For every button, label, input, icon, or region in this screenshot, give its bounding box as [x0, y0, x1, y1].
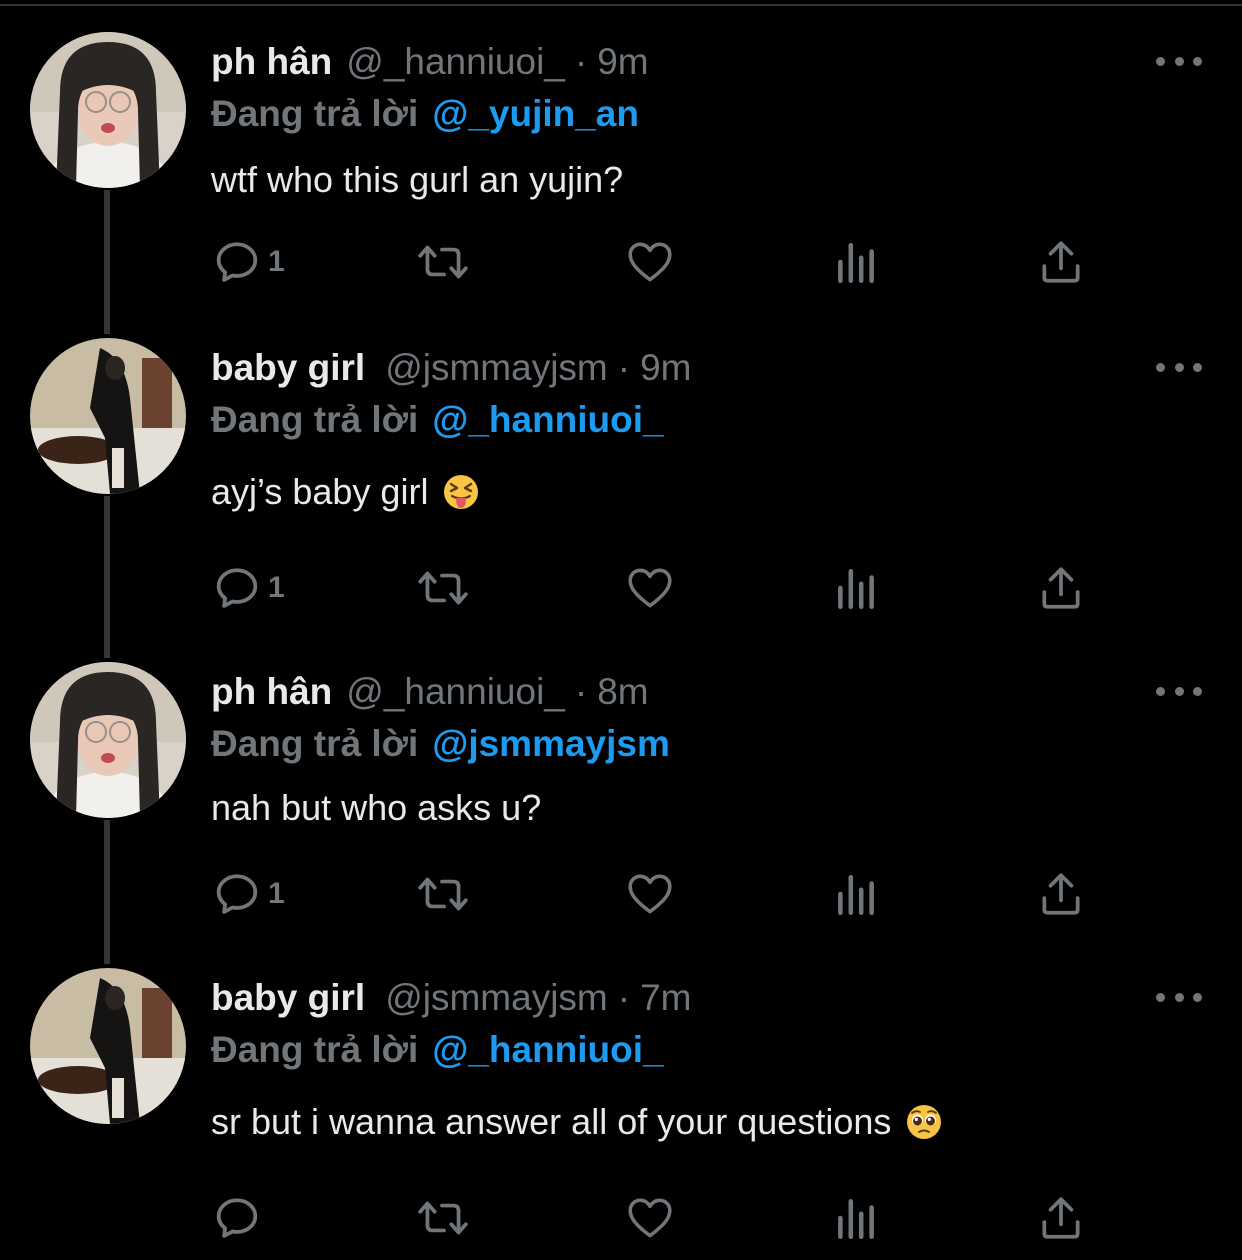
retweet-button[interactable]: [415, 232, 471, 292]
separator-dot: ·: [574, 41, 588, 82]
reply-button[interactable]: 1: [212, 558, 285, 618]
avatar[interactable]: [30, 338, 186, 494]
tweet-text: sr but i wanna answer all of your questi…: [211, 1101, 892, 1142]
bar-chart-icon: [834, 1193, 878, 1243]
avatar[interactable]: [30, 662, 186, 818]
more-dots-icon[interactable]: [1156, 676, 1202, 706]
share-button[interactable]: [1036, 1188, 1086, 1248]
separator-dot: ·: [617, 977, 631, 1018]
pleading-face-emoji: [905, 1103, 943, 1141]
like-button[interactable]: [624, 558, 676, 618]
display-name[interactable]: ph hân: [211, 671, 332, 713]
avatar[interactable]: [30, 968, 186, 1124]
replying-to-label: Đang trả lời: [211, 93, 419, 134]
tweet-actions: 1: [0, 232, 1242, 292]
reply-count: 1: [268, 571, 285, 604]
more-dots-icon[interactable]: [1156, 982, 1202, 1012]
more-dots-icon[interactable]: [1156, 352, 1202, 382]
share-button[interactable]: [1036, 232, 1086, 292]
reply-button[interactable]: [212, 1188, 268, 1248]
retweet-button[interactable]: [415, 558, 471, 618]
display-name[interactable]: baby girl: [211, 977, 365, 1019]
squinting-face-with-tongue-emoji: [442, 473, 480, 511]
speech-bubble-icon: [212, 869, 262, 919]
retweet-icon: [415, 1193, 471, 1243]
retweet-icon: [415, 237, 471, 287]
retweet-button[interactable]: [415, 1188, 471, 1248]
reply-count: 1: [268, 245, 285, 278]
like-button[interactable]: [624, 1188, 676, 1248]
timestamp[interactable]: 7m: [640, 977, 691, 1019]
like-button[interactable]: [624, 864, 676, 924]
tweet-actions: 1: [0, 864, 1242, 924]
tweet[interactable]: baby girl @jsmmayjsm · 9m Đang trả lời @…: [0, 338, 1242, 648]
tweet[interactable]: baby girl @jsmmayjsm · 7m Đang trả lời @…: [0, 968, 1242, 1258]
separator-dot: ·: [574, 671, 588, 712]
heart-icon: [624, 237, 676, 287]
replying-to-mention[interactable]: @_hanniuoi_: [432, 399, 663, 441]
user-handle[interactable]: @jsmmayjsm: [385, 347, 608, 389]
retweet-button[interactable]: [415, 864, 471, 924]
share-button[interactable]: [1036, 864, 1086, 924]
heart-icon: [624, 563, 676, 613]
views-button[interactable]: [834, 864, 878, 924]
timestamp[interactable]: 9m: [597, 41, 648, 83]
separator-dot: ·: [617, 347, 631, 388]
retweet-icon: [415, 563, 471, 613]
replying-to-mention[interactable]: @_hanniuoi_: [432, 1029, 663, 1071]
share-upload-icon: [1036, 869, 1086, 919]
reply-button[interactable]: 1: [212, 232, 285, 292]
tweet[interactable]: ph hân @_hanniuoi_ · 9m Đang trả lời @_y…: [0, 32, 1242, 332]
tweet-actions: 1: [0, 558, 1242, 618]
user-handle[interactable]: @_hanniuoi_: [346, 671, 565, 713]
reply-button[interactable]: 1: [212, 864, 285, 924]
replying-to-label: Đang trả lời: [211, 723, 419, 764]
share-upload-icon: [1036, 1193, 1086, 1243]
avatar[interactable]: [30, 32, 186, 188]
tweet-text: nah but who asks u?: [211, 787, 542, 828]
bar-chart-icon: [834, 237, 878, 287]
timestamp[interactable]: 9m: [640, 347, 691, 389]
heart-icon: [624, 869, 676, 919]
tweet[interactable]: ph hân @_hanniuoi_ · 8m Đang trả lời @js…: [0, 662, 1242, 962]
speech-bubble-icon: [212, 563, 262, 613]
display-name[interactable]: ph hân: [211, 41, 332, 83]
views-button[interactable]: [834, 1188, 878, 1248]
speech-bubble-icon: [212, 237, 262, 287]
heart-icon: [624, 1193, 676, 1243]
display-name[interactable]: baby girl: [211, 347, 365, 389]
speech-bubble-icon: [212, 1193, 262, 1243]
share-button[interactable]: [1036, 558, 1086, 618]
views-button[interactable]: [834, 232, 878, 292]
replying-to-label: Đang trả lời: [211, 1029, 419, 1070]
bar-chart-icon: [834, 869, 878, 919]
timestamp[interactable]: 8m: [597, 671, 648, 713]
replying-to-mention[interactable]: @_yujin_an: [432, 93, 639, 135]
like-button[interactable]: [624, 232, 676, 292]
views-button[interactable]: [834, 558, 878, 618]
more-dots-icon[interactable]: [1156, 46, 1202, 76]
replying-to-mention[interactable]: @jsmmayjsm: [432, 723, 670, 765]
user-handle[interactable]: @jsmmayjsm: [385, 977, 608, 1019]
share-upload-icon: [1036, 237, 1086, 287]
tweet-text: wtf who this gurl an yujin?: [211, 159, 624, 200]
retweet-icon: [415, 869, 471, 919]
bar-chart-icon: [834, 563, 878, 613]
tweet-text: ayj’s baby girl: [211, 471, 429, 512]
tweet-actions: [0, 1188, 1242, 1248]
replying-to-label: Đang trả lời: [211, 399, 419, 440]
reply-count: 1: [268, 877, 285, 910]
share-upload-icon: [1036, 563, 1086, 613]
user-handle[interactable]: @_hanniuoi_: [346, 41, 565, 83]
top-divider: [0, 0, 1242, 6]
